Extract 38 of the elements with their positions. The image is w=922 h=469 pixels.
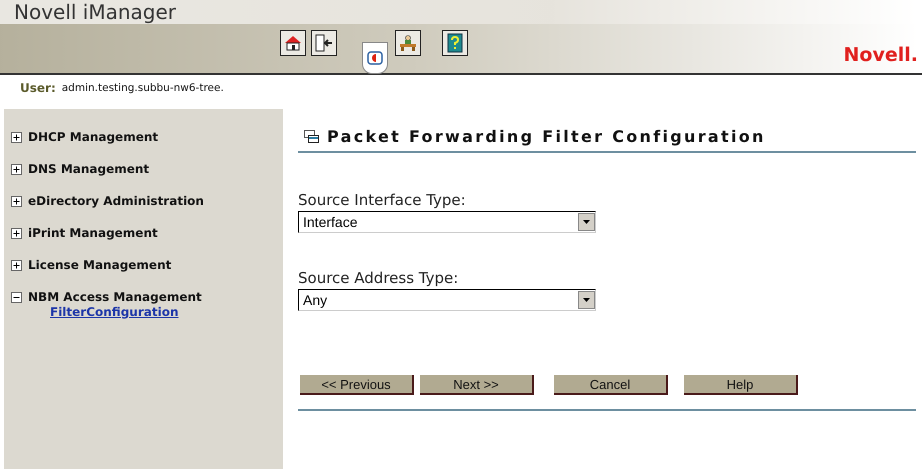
expand-icon[interactable] — [11, 196, 22, 206]
form-button[interactable]: Next >> — [420, 375, 534, 395]
form-button[interactable]: << Previous — [300, 375, 414, 395]
dropdown[interactable]: Interface — [298, 211, 596, 233]
toolbar-button[interactable] — [280, 30, 306, 56]
toolbar-button[interactable] — [311, 30, 337, 56]
door-arrow-icon — [314, 33, 334, 53]
help-book-icon — [447, 33, 463, 53]
toolbar-button[interactable] — [442, 30, 468, 56]
expand-icon[interactable] — [11, 164, 22, 174]
windows-icon — [304, 130, 319, 143]
dropdown-arrow-icon — [583, 220, 590, 224]
home-icon — [284, 35, 302, 51]
field-label: Source Interface Type: — [298, 191, 467, 209]
field-label: Source Address Type: — [298, 269, 460, 287]
expand-icon[interactable] — [11, 260, 22, 270]
active-toolbar-tab[interactable] — [362, 42, 388, 74]
dropdown-arrow-icon — [583, 298, 590, 302]
sidebar-item[interactable]: eDirectory Administration — [28, 194, 204, 208]
sidebar-item[interactable]: DNS Management — [28, 162, 150, 176]
form-button[interactable]: Help — [684, 375, 798, 395]
user-name: admin.testing.subbu-nw6-tree. — [62, 82, 224, 94]
user-label: User: — [20, 81, 56, 95]
form-button[interactable]: Cancel — [554, 375, 668, 395]
sidebar-item[interactable]: License Management — [28, 258, 172, 272]
sidebar-link[interactable]: FilterConfiguration — [50, 305, 178, 319]
dropdown[interactable]: Any — [298, 289, 596, 311]
collapse-icon[interactable] — [11, 292, 22, 302]
expand-icon[interactable] — [11, 228, 22, 238]
toolbar-button[interactable] — [395, 30, 421, 56]
sidebar-item[interactable]: DHCP Management — [28, 130, 158, 144]
sidebar-item[interactable]: iPrint Management — [28, 226, 158, 240]
sidebar-item[interactable]: NBM Access Management — [28, 290, 202, 304]
person-desk-icon — [399, 34, 417, 52]
brand-logo: Novell. — [844, 44, 918, 66]
expand-icon[interactable] — [11, 132, 22, 142]
app-title: Novell iManager — [14, 0, 176, 24]
page-title: Packet Forwarding Filter Configuration — [327, 127, 766, 146]
